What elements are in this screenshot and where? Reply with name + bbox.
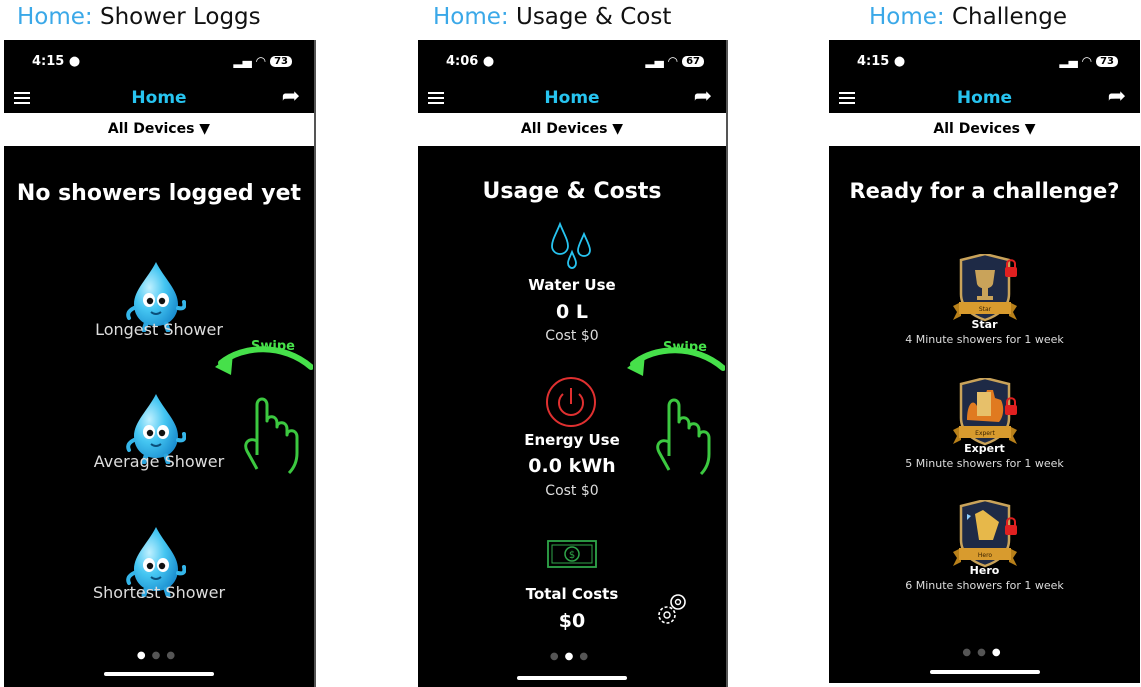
lock-icon: [1004, 517, 1018, 536]
home-indicator: [517, 676, 627, 680]
shortest-shower-label: Shortest Shower: [92, 583, 226, 602]
power-icon: [546, 377, 596, 427]
filter-label: All Devices: [933, 121, 1020, 137]
badge-name: Hero: [969, 564, 1000, 577]
header-title: Home: [544, 88, 600, 108]
water-use-value: 0 L: [556, 301, 588, 323]
swipe-hand-icon: [625, 346, 725, 476]
home-indicator: [104, 672, 214, 676]
share-icon[interactable]: ➦: [282, 84, 300, 109]
filter-icon: ▼: [199, 121, 211, 137]
status-icons: ▂▄ ◠ 73: [1059, 54, 1118, 68]
longest-shower-label: Longest Shower: [95, 320, 223, 339]
badge-description: 6 Minute showers for 1 week: [905, 579, 1064, 592]
badge-name: Star: [971, 318, 998, 331]
water-drops-icon: [551, 221, 591, 269]
svg-text:$: $: [569, 550, 575, 561]
caption-text: Shower Loggs: [99, 4, 261, 30]
battery-icon: 67: [682, 55, 704, 67]
caption-challenge: Home: Challenge: [869, 4, 1067, 34]
phone-shower-logs: 4:15 ● ▂▄ ◠ 73 Home ➦ All Devices ▼ No s…: [4, 40, 316, 687]
device-filter[interactable]: All Devices ▼: [418, 113, 726, 146]
filter-icon: ▼: [1024, 121, 1036, 137]
swipe-hand-icon: [213, 345, 313, 475]
caption-shower-logs: Home: Shower Loggs: [17, 4, 261, 34]
device-filter[interactable]: All Devices ▼: [4, 113, 314, 146]
page-indicator[interactable]: ●●●: [829, 647, 1140, 658]
caption-prefix: Home:: [17, 4, 93, 30]
share-icon[interactable]: ➦: [1108, 84, 1126, 109]
status-time: 4:15 ●: [857, 54, 906, 69]
status-icons: ▂▄ ◠ 67: [645, 54, 704, 68]
money-icon: $: [547, 540, 597, 568]
svg-text:Expert: Expert: [975, 430, 995, 437]
page-indicator[interactable]: ●●●: [418, 651, 726, 662]
battery-icon: 73: [1096, 55, 1118, 67]
share-icon[interactable]: ➦: [694, 84, 712, 109]
badge-description: 4 Minute showers for 1 week: [905, 333, 1064, 346]
caption-text: Usage & Cost: [515, 4, 672, 30]
caption-usage-cost: Home: Usage & Cost: [433, 4, 671, 34]
challenge-title: Ready for a challenge?: [849, 179, 1120, 203]
page-indicator[interactable]: ●●●: [4, 650, 314, 661]
lock-icon: [1004, 259, 1018, 278]
header-title: Home: [131, 88, 187, 108]
svg-text:Hero: Hero: [978, 552, 993, 559]
caption-text: Challenge: [951, 4, 1067, 30]
phone-usage-cost: 4:06 ● ▂▄ ◠ 67 Home ➦ All Devices ▼ Usag…: [418, 40, 728, 687]
water-use-title: Water Use: [528, 276, 616, 294]
filter-icon: ▼: [612, 121, 624, 137]
caption-prefix: Home:: [869, 4, 945, 30]
settings-gear-icon[interactable]: [654, 588, 694, 628]
svg-text:Star: Star: [979, 306, 992, 313]
phone-challenge: 4:15 ● ▂▄ ◠ 73 Home ➦ All Devices ▼ Read…: [829, 40, 1140, 683]
battery-icon: 73: [270, 55, 292, 67]
filter-label: All Devices: [107, 121, 195, 137]
usage-title: Usage & Costs: [482, 179, 662, 204]
badge-name: Expert: [964, 442, 1005, 455]
status-time: 4:06 ●: [446, 54, 495, 69]
energy-use-cost: Cost $0: [545, 483, 599, 499]
badge-description: 5 Minute showers for 1 week: [905, 457, 1064, 470]
glove-badge[interactable]: Expert: [953, 378, 1025, 448]
caption-prefix: Home:: [433, 4, 509, 30]
home-indicator: [929, 670, 1040, 674]
hero-badge[interactable]: Hero: [953, 500, 1025, 570]
empty-state-title: No showers logged yet: [16, 181, 302, 206]
lock-icon: [1004, 397, 1018, 416]
header-title: Home: [956, 88, 1013, 108]
status-icons: ▂▄ ◠ 73: [233, 54, 292, 68]
device-filter[interactable]: All Devices ▼: [829, 113, 1140, 146]
trophy-badge[interactable]: Star: [953, 254, 1025, 324]
status-time: 4:15 ●: [32, 54, 81, 69]
filter-label: All Devices: [520, 121, 608, 137]
